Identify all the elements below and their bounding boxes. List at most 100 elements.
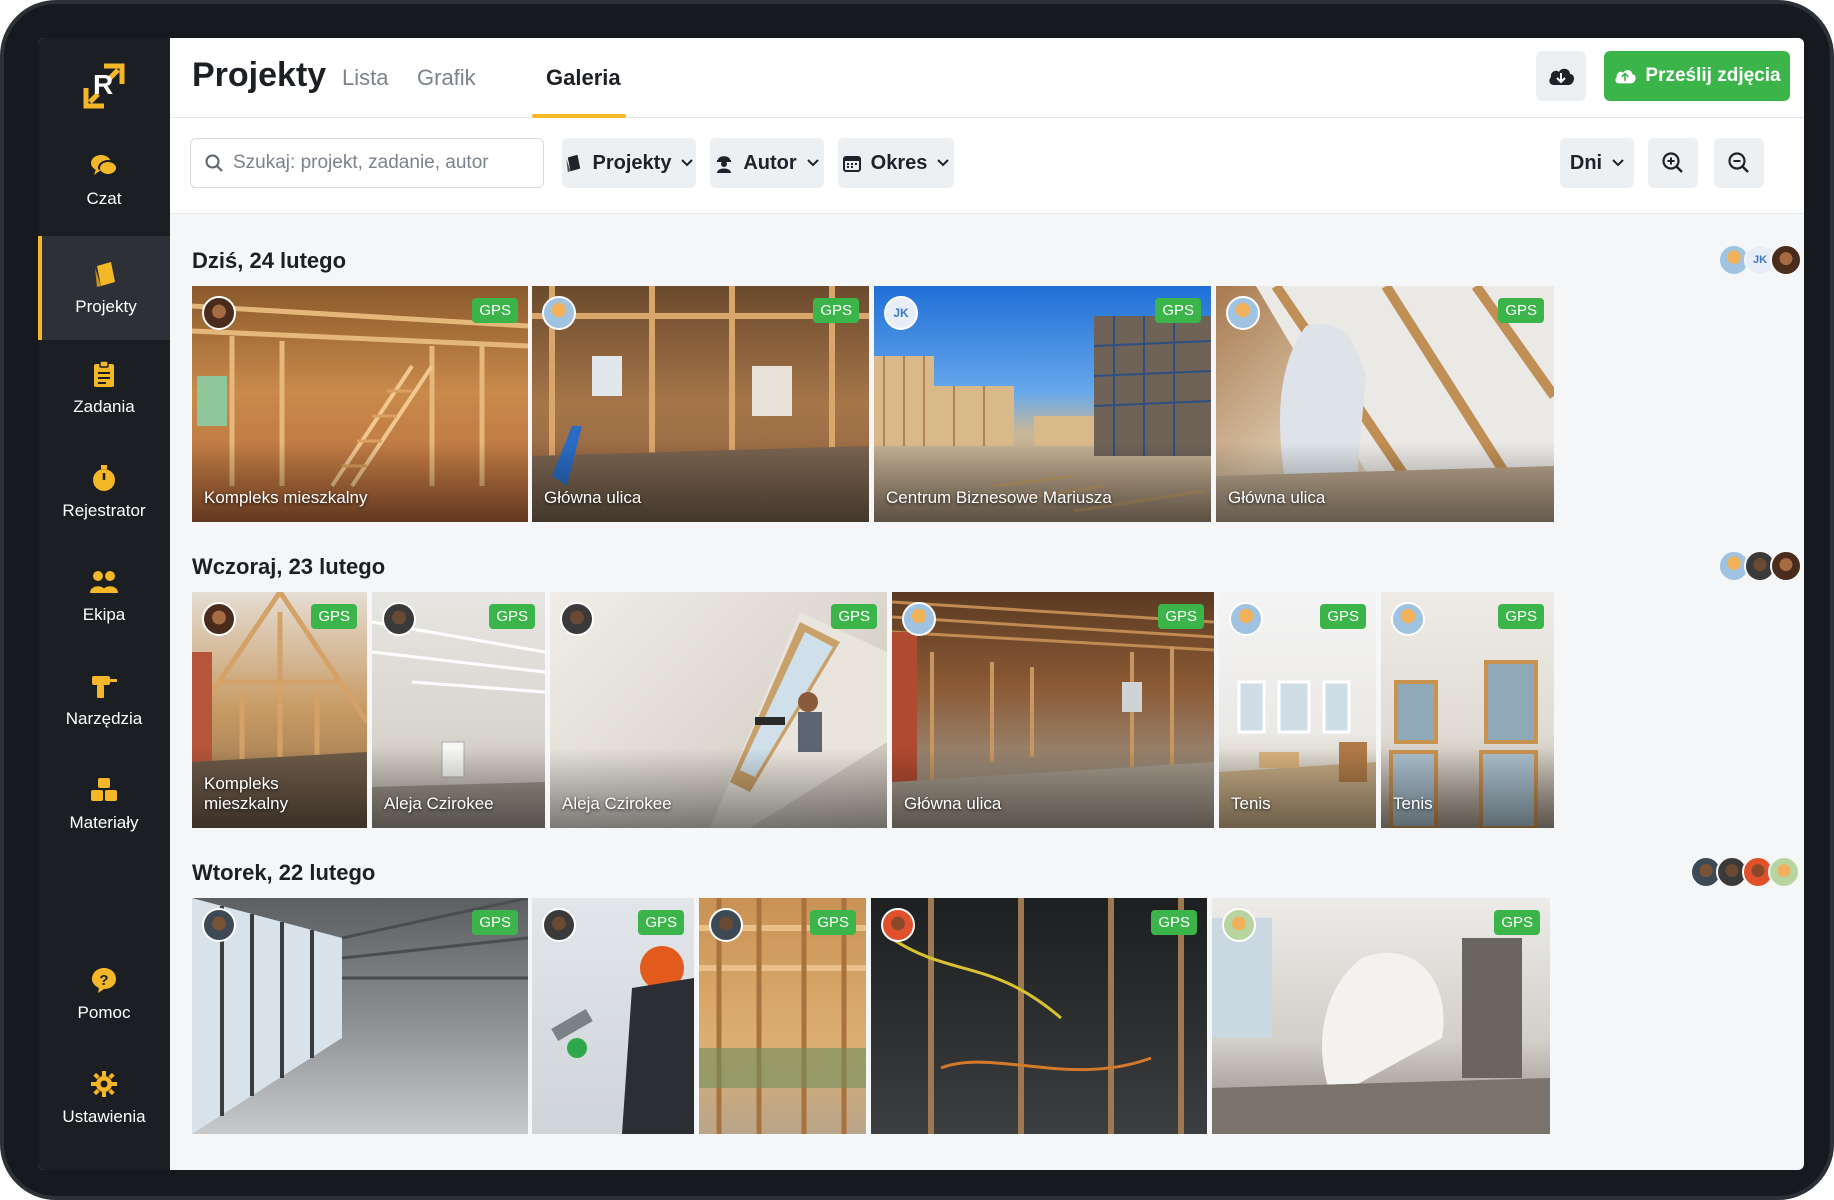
projects-filter-label: Projekty bbox=[592, 151, 672, 174]
gear-icon bbox=[89, 1069, 119, 1099]
gallery-photo[interactable]: GPS bbox=[1212, 898, 1550, 1134]
gps-badge: GPS bbox=[1151, 910, 1197, 935]
svg-text:?: ? bbox=[99, 972, 108, 989]
gallery-photo[interactable]: JK GPS Centrum Biznesowe Mariusza bbox=[874, 286, 1211, 522]
page-title: Projekty bbox=[192, 56, 327, 94]
gps-badge: GPS bbox=[472, 910, 518, 935]
sidebar-item-settings[interactable]: Ustawienia bbox=[38, 1046, 170, 1150]
projects-filter-dropdown[interactable]: Projekty bbox=[562, 138, 696, 188]
sidebar-item-label: Ustawienia bbox=[62, 1107, 146, 1126]
author-avatar[interactable] bbox=[709, 908, 743, 942]
gps-badge: GPS bbox=[311, 604, 357, 629]
sidebar-item-label: Narzędzia bbox=[65, 709, 143, 728]
team-icon bbox=[89, 567, 119, 597]
sidebar-item-label: Rejestrator bbox=[62, 501, 146, 520]
author-avatar[interactable] bbox=[202, 602, 236, 636]
author-avatar[interactable] bbox=[542, 908, 576, 942]
gps-badge: GPS bbox=[1494, 910, 1540, 935]
photo-caption: Aleja Czirokee bbox=[562, 794, 672, 813]
author-avatar[interactable] bbox=[542, 296, 576, 330]
photo-caption: Kompleks mieszkalny bbox=[204, 774, 289, 813]
download-button[interactable] bbox=[1536, 51, 1586, 101]
sidebar-item-materials[interactable]: Materiały bbox=[38, 752, 170, 856]
gallery-photo[interactable]: GPS Główna ulica bbox=[892, 592, 1214, 828]
gps-badge: GPS bbox=[1498, 604, 1544, 629]
author-avatar[interactable] bbox=[382, 602, 416, 636]
sidebar-item-tools[interactable]: Narzędzia bbox=[38, 648, 170, 752]
period-filter-dropdown[interactable]: Okres bbox=[838, 138, 954, 188]
gallery-photo[interactable]: GPS Główna ulica bbox=[1216, 286, 1554, 522]
author-avatar[interactable] bbox=[560, 602, 594, 636]
tab-gallery[interactable]: Galeria bbox=[546, 65, 621, 91]
drill-icon bbox=[89, 671, 119, 701]
photo-shade bbox=[1219, 748, 1376, 828]
day-authors: JK bbox=[1718, 244, 1802, 276]
period-filter-label: Okres bbox=[870, 151, 928, 174]
gallery-photo[interactable]: GPS bbox=[699, 898, 866, 1134]
grouping-select-value: Dni bbox=[1569, 151, 1603, 174]
author-avatar[interactable] bbox=[881, 908, 915, 942]
sidebar-item-projects[interactable]: Projekty bbox=[38, 236, 170, 340]
gallery-photo[interactable]: GPS Kompleks mieszkalny bbox=[192, 286, 528, 522]
sidebar-item-crew[interactable]: Ekipa bbox=[38, 544, 170, 648]
photo-shade bbox=[550, 748, 887, 828]
chat-icon bbox=[89, 151, 119, 181]
tab-list[interactable]: Lista bbox=[342, 65, 388, 91]
tablet-frame: R Czat Projekty Zadania Rejestrator Ekip… bbox=[0, 0, 1834, 1200]
tab-schedule[interactable]: Grafik bbox=[417, 65, 476, 91]
avatar[interactable] bbox=[1770, 244, 1802, 276]
avatar[interactable] bbox=[1770, 550, 1802, 582]
zoom-in-button[interactable] bbox=[1648, 138, 1698, 188]
photo-caption: Tenis bbox=[1393, 794, 1433, 813]
zoom-in-icon bbox=[1662, 152, 1683, 173]
gallery-photo[interactable]: GPS Aleja Czirokee bbox=[550, 592, 887, 828]
author-avatar[interactable] bbox=[202, 908, 236, 942]
gallery-photo[interactable]: GPS bbox=[192, 898, 528, 1134]
chevron-down-icon bbox=[681, 159, 694, 167]
photo-shade bbox=[532, 442, 869, 522]
author-avatar[interactable] bbox=[1391, 602, 1425, 636]
sidebar-item-label: Zadania bbox=[73, 397, 135, 416]
gps-badge: GPS bbox=[810, 910, 856, 935]
avatar[interactable] bbox=[1768, 856, 1800, 888]
gallery-photo[interactable]: GPS Aleja Czirokee bbox=[372, 592, 545, 828]
sidebar-item-tasks[interactable]: Zadania bbox=[38, 336, 170, 440]
photo-shade bbox=[874, 442, 1211, 522]
search-input[interactable] bbox=[233, 152, 533, 174]
author-avatar[interactable] bbox=[1222, 908, 1256, 942]
author-avatar[interactable] bbox=[1226, 296, 1260, 330]
filter-toolbar: Projekty Autor Okres Dni bbox=[170, 118, 1804, 214]
sidebar-item-chat[interactable]: Czat bbox=[38, 128, 170, 232]
author-avatar[interactable] bbox=[1229, 602, 1263, 636]
cloud-upload-icon bbox=[1615, 70, 1637, 84]
stopwatch-icon bbox=[89, 463, 119, 493]
gallery-photo[interactable]: GPS Kompleks mieszkalny bbox=[192, 592, 367, 828]
photo-caption: Główna ulica bbox=[1228, 488, 1326, 507]
zoom-out-button[interactable] bbox=[1714, 138, 1764, 188]
upload-photos-button[interactable]: Prześlij zdjęcia bbox=[1604, 51, 1790, 101]
sidebar-item-recorder[interactable]: Rejestrator bbox=[38, 440, 170, 544]
worker-icon bbox=[717, 156, 732, 173]
gallery-photo[interactable]: GPS Tenis bbox=[1381, 592, 1554, 828]
gallery-photo[interactable]: GPS Tenis bbox=[1219, 592, 1376, 828]
author-avatar[interactable] bbox=[202, 296, 236, 330]
author-avatar[interactable]: JK bbox=[884, 296, 918, 330]
photo-shade bbox=[192, 442, 528, 522]
cloud-download-icon bbox=[1549, 68, 1574, 85]
gallery-photo[interactable]: GPS bbox=[532, 898, 694, 1134]
gallery-photo[interactable]: GPS bbox=[871, 898, 1207, 1134]
photo-caption: Główna ulica bbox=[544, 488, 642, 507]
day-authors bbox=[1690, 856, 1800, 888]
sidebar-item-label: Projekty bbox=[75, 297, 137, 316]
gallery-photo[interactable]: GPS Główna ulica bbox=[532, 286, 869, 522]
photo-caption: Kompleks mieszkalny bbox=[204, 488, 368, 507]
author-filter-label: Autor bbox=[743, 151, 797, 174]
clipboard-icon bbox=[89, 359, 119, 389]
day-heading: Dziś, 24 lutego bbox=[192, 248, 347, 273]
author-avatar[interactable] bbox=[902, 602, 936, 636]
sidebar-item-help[interactable]: ? Pomoc bbox=[38, 942, 170, 1046]
photo-shade bbox=[1381, 748, 1554, 828]
grouping-select[interactable]: Dni bbox=[1560, 138, 1634, 188]
gps-badge: GPS bbox=[489, 604, 535, 629]
author-filter-dropdown[interactable]: Autor bbox=[710, 138, 824, 188]
